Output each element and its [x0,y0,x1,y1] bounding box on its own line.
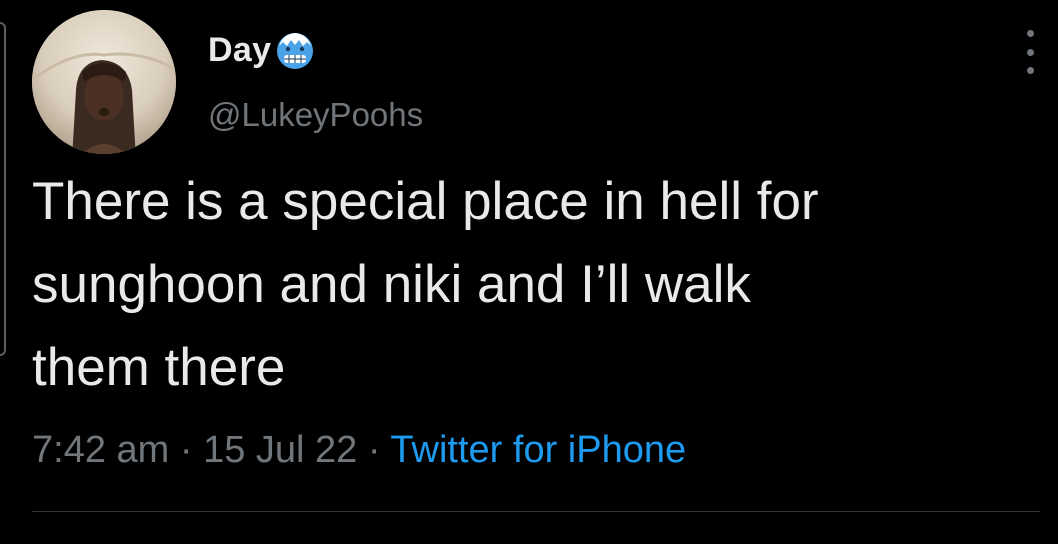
scroll-edge-indicator [0,22,6,356]
tweet-text: There is a special place in hell for sun… [32,172,819,397]
tweet-source-link[interactable]: Twitter for iPhone [390,429,686,471]
meta-separator: · [179,429,193,471]
more-dot [1026,67,1034,74]
avatar[interactable] [32,10,176,154]
tweet-header: Day @LukeyPoohs [208,26,423,134]
tweet-time[interactable]: 7:42 am [32,429,169,471]
divider [32,511,1040,512]
avatar-photo [32,10,176,154]
author-display-name[interactable]: Day [208,31,271,70]
tweet-date[interactable]: 15 Jul 22 [203,429,357,471]
meta-separator: · [367,429,381,471]
more-dot [1026,48,1034,56]
more-dot [1026,30,1034,37]
tweet-meta: 7:42 am · 15 Jul 22 · Twitter for iPhone [32,424,686,476]
author-name-row[interactable]: Day [208,26,423,74]
author-handle[interactable]: @LukeyPoohs [208,96,423,134]
cold-face-icon [277,33,314,69]
more-options-icon[interactable] [1020,30,1040,74]
